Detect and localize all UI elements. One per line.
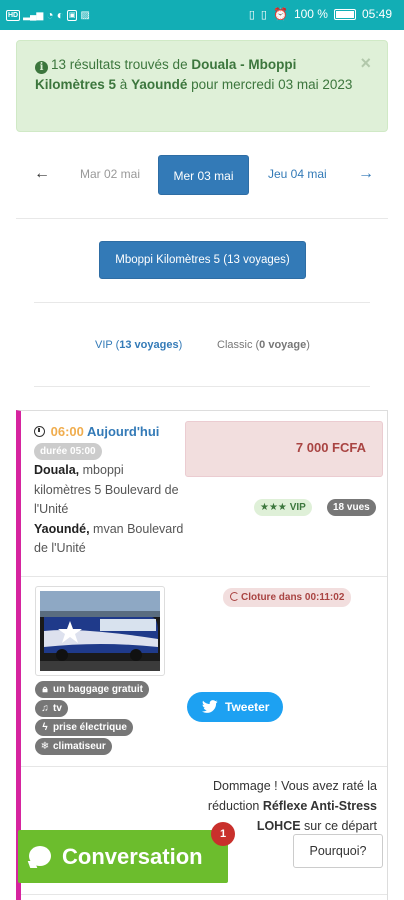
price-box[interactable]: 7 000 FCFA xyxy=(185,421,383,477)
tab-vip-name: VIP ( xyxy=(95,339,120,351)
results-alert: i 13 résultats trouvés de Douala - Mboppi… xyxy=(16,40,388,132)
clock-icon xyxy=(34,426,45,437)
volte-icon: HD xyxy=(6,9,21,21)
amenity-label: tv xyxy=(53,703,62,714)
views-badge: 18 vues xyxy=(327,499,376,516)
date-navigation: ← Mar 02 mai Mer 03 mai Jeu 04 mai → xyxy=(16,155,388,195)
stars-icon: ★★★ xyxy=(260,502,287,513)
divider xyxy=(21,576,387,577)
closing-badge: Cloture dans 00:11:02 xyxy=(223,588,352,607)
chat-bubble-icon xyxy=(29,846,51,866)
divider xyxy=(21,894,387,895)
data-saver-icon: ◔ xyxy=(46,8,54,22)
info-icon: i xyxy=(35,61,48,74)
bus-image xyxy=(40,591,160,671)
missed-discount-text: Dommage ! Vous avez raté la réduction Ré… xyxy=(167,776,377,836)
from-city: Douala, xyxy=(34,463,80,477)
app-icon: ◐ xyxy=(56,8,64,22)
close-icon[interactable]: × xyxy=(360,53,371,73)
alert-connector: à xyxy=(116,77,132,92)
amenity-badge: ❄ climatiseur xyxy=(35,738,112,755)
price: 7 000 FCFA xyxy=(295,440,366,455)
duration-badge: durée 05:00 xyxy=(34,443,102,460)
tweet-label: Tweeter xyxy=(225,700,270,714)
departure-day: Aujourd'hui xyxy=(87,424,160,439)
status-icons-left: HD ▂▄▆ ◔ ◐ ▣ ▨ xyxy=(6,8,90,22)
divider xyxy=(34,302,370,303)
tab-vip-count: 13 voyages xyxy=(119,339,179,351)
chat-button[interactable]: Conversation xyxy=(18,830,228,883)
why-button[interactable]: Pourquoi? xyxy=(293,834,383,868)
alert-destination: Yaoundé xyxy=(131,77,188,92)
class-badge: ★★★ VIP xyxy=(254,499,312,516)
lock-icon: 🔒︎ xyxy=(42,684,48,695)
closing-text: Cloture dans 00:11:02 xyxy=(241,592,345,603)
class-label: VIP xyxy=(289,502,306,513)
alert-prefix: 13 résultats trouvés de xyxy=(51,57,192,72)
amenity-label: prise électrique xyxy=(53,722,127,733)
amenity-label: climatiseur xyxy=(53,741,106,752)
alert-suffix: pour mercredi 03 mai 2023 xyxy=(187,77,353,92)
amenity-badge: 🔒︎ un baggage gratuit xyxy=(35,681,149,698)
snowflake-icon: ❄ xyxy=(40,741,50,752)
gallery-icon: ▣ xyxy=(66,9,78,21)
amenity-badge: ♫ tv xyxy=(35,700,68,717)
arrow-right-icon[interactable]: → xyxy=(358,165,374,183)
timer-icon xyxy=(230,592,239,601)
lightning-icon: ϟ xyxy=(42,722,48,733)
status-icons-right: ▯ ▯ ⏰ 100 % 05:49 xyxy=(249,7,392,21)
status-bar: HD ▂▄▆ ◔ ◐ ▣ ▨ ▯ ▯ ⏰ 100 % 05:49 xyxy=(0,0,404,30)
tab-vip[interactable]: VIP (13 voyages) xyxy=(95,339,182,351)
twitter-icon xyxy=(201,700,218,713)
missed-line2: sur ce départ xyxy=(300,819,377,833)
prev-day-link[interactable]: Mar 02 mai xyxy=(80,167,140,181)
notification-badge: 1 xyxy=(211,822,235,846)
tweet-button[interactable]: Tweeter xyxy=(187,692,283,722)
to-city: Yaoundé, xyxy=(34,521,90,536)
vibrate-icon: ▯ xyxy=(260,8,267,21)
active-day-button[interactable]: Mer 03 mai xyxy=(158,155,249,195)
signal-icon: ▂▄▆ xyxy=(23,9,44,20)
tab-classic[interactable]: Classic (0 voyage) xyxy=(217,339,310,351)
tab-classic-close: ) xyxy=(306,339,310,351)
from-stop: Douala, mboppi kilomètres 5 Boulevard de… xyxy=(34,461,184,520)
chat-label: Conversation xyxy=(62,844,203,869)
tab-classic-count: 0 voyage xyxy=(259,339,307,351)
station-button[interactable]: Mboppi Kilomètres 5 (13 voyages) xyxy=(99,241,306,279)
image-icon: ▨ xyxy=(80,9,90,21)
to-stop: Yaoundé, mvan Boulevard de l'Unité xyxy=(34,520,184,559)
departure-time: 06:00 xyxy=(50,424,84,439)
battery-percent: 100 % xyxy=(293,7,328,21)
bus-photo[interactable] xyxy=(35,586,165,676)
divider xyxy=(16,218,388,219)
amenity-label: un baggage gratuit xyxy=(53,684,143,695)
clock: 05:49 xyxy=(361,7,392,21)
divider xyxy=(21,766,387,767)
next-day-link[interactable]: Jeu 04 mai xyxy=(268,167,327,181)
nfc-icon: ▯ xyxy=(248,8,255,21)
tab-vip-close: ) xyxy=(178,339,183,351)
departure-time-row: 06:00 Aujourd'hui xyxy=(34,424,159,439)
music-icon: ♫ xyxy=(41,703,49,714)
alarm-icon: ⏰ xyxy=(272,7,288,21)
trip-card[interactable]: 06:00 Aujourd'hui durée 05:00 Douala, mb… xyxy=(16,410,388,900)
divider xyxy=(34,386,370,387)
tab-classic-name: Classic ( xyxy=(217,339,260,351)
route-details: Douala, mboppi kilomètres 5 Boulevard de… xyxy=(34,461,184,559)
arrow-left-icon[interactable]: ← xyxy=(34,165,50,183)
battery-icon xyxy=(333,8,356,20)
amenity-badge: ϟ prise électrique xyxy=(35,719,133,736)
